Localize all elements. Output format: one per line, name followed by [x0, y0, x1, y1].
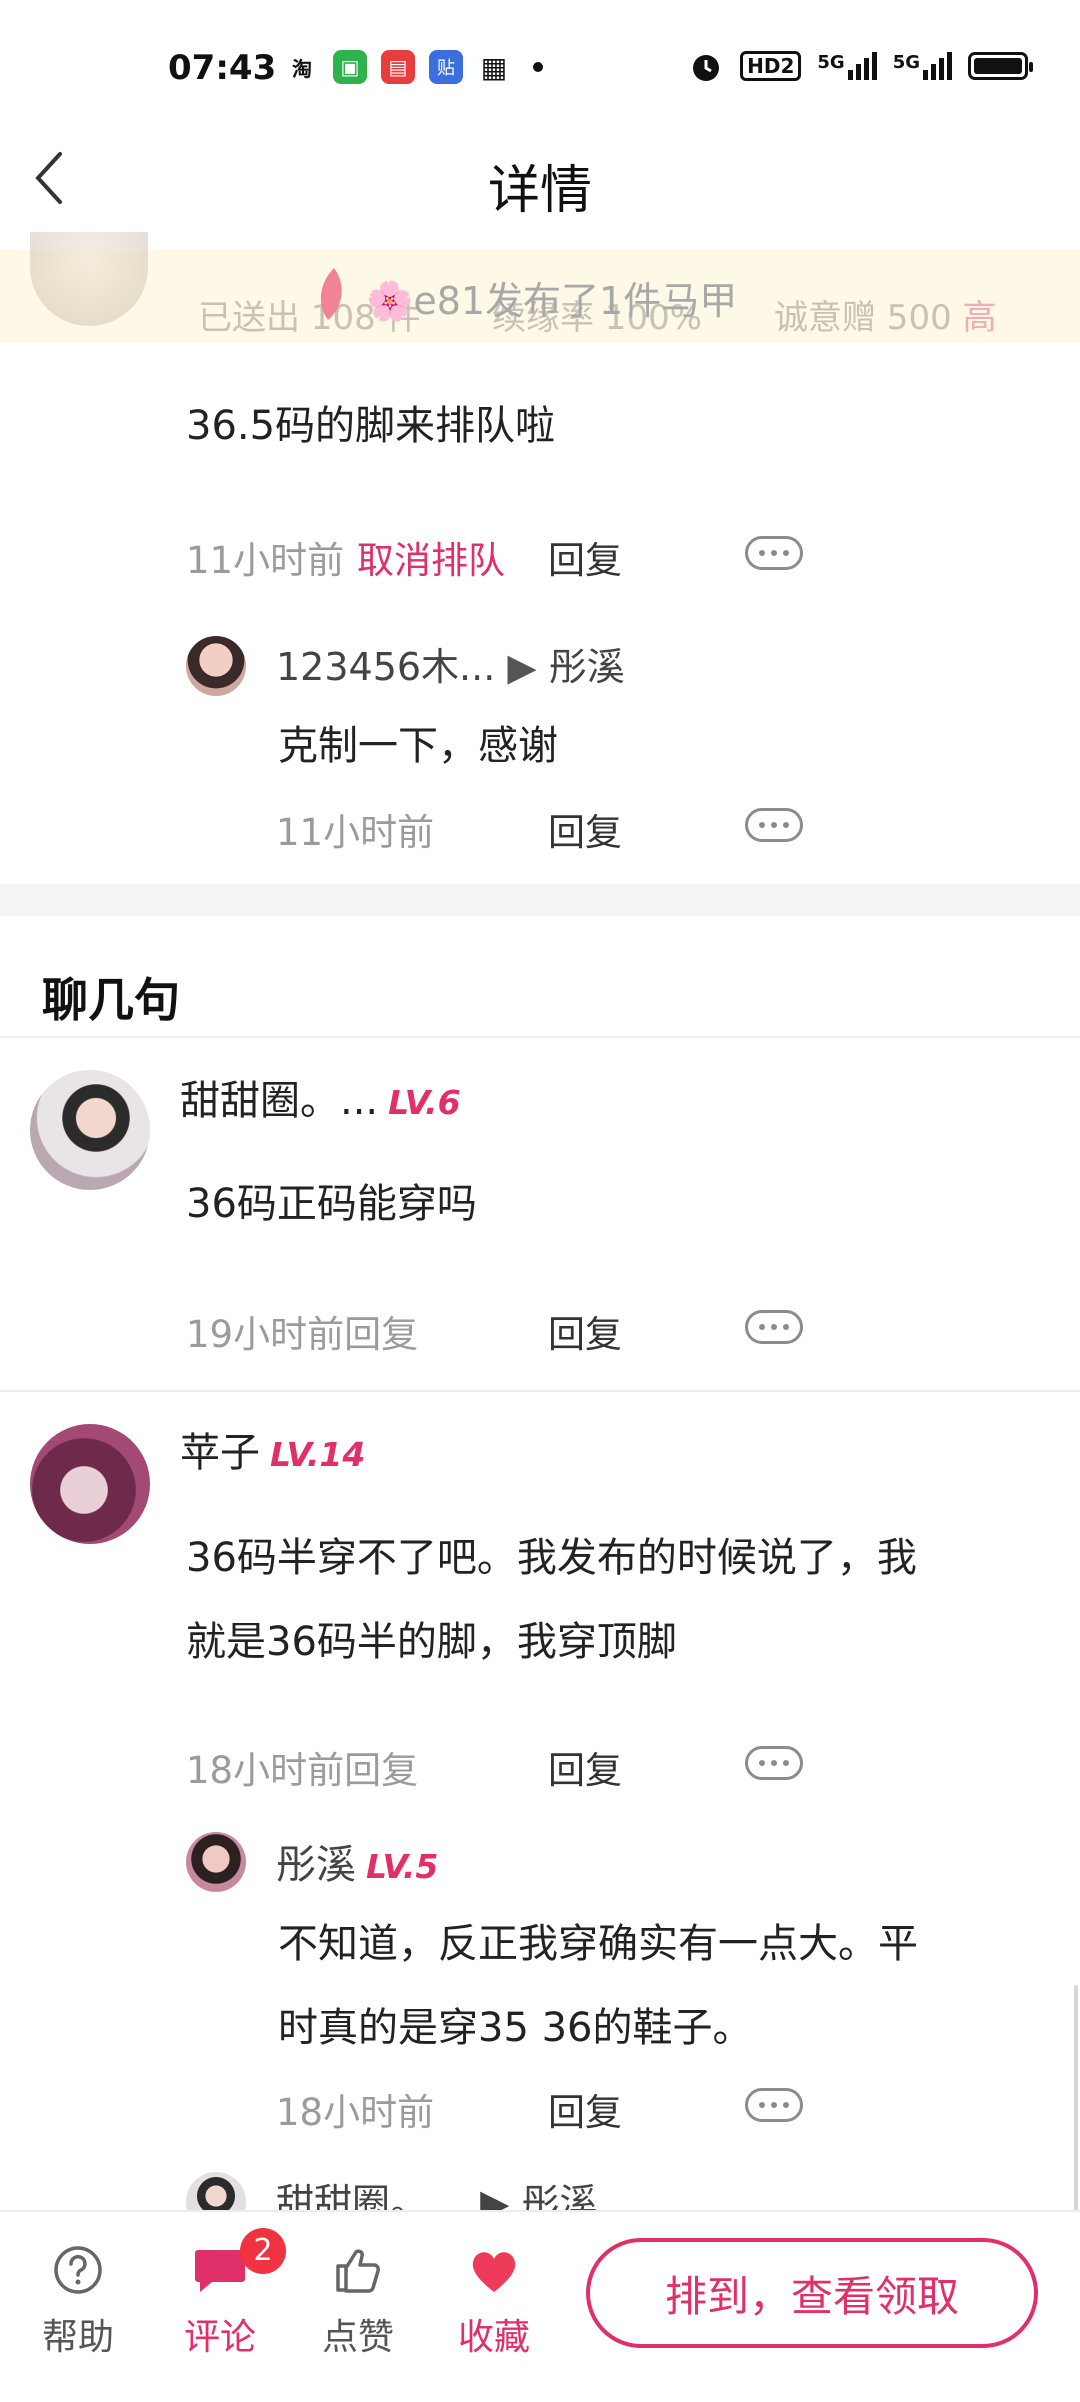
comment-time: 18小时前回复 — [186, 1749, 419, 1792]
tieba-icon: 贴 — [429, 50, 463, 84]
queue-comment-text: 36.5码的脚来排队啦 — [186, 403, 556, 449]
queue-comment-time: 11小时前 — [186, 539, 345, 582]
like-label: 点赞 — [322, 2317, 395, 2358]
comment-label: 评论 — [184, 2317, 257, 2358]
comment-text: 36码正码能穿吗 — [186, 1181, 477, 1227]
sub-reply-text-line1: 不知道，反正我穿确实有一点大。平 — [278, 1921, 918, 1967]
reply-button[interactable]: 回复 — [548, 530, 622, 584]
avatar[interactable] — [186, 636, 246, 696]
signal-icon-2: 5G — [893, 52, 952, 80]
more-options-icon[interactable] — [745, 1310, 803, 1344]
arrow-icon: ▶ — [507, 645, 537, 689]
hd-icon: HD2 — [740, 51, 802, 81]
avatar[interactable] — [30, 1070, 150, 1190]
dot-icon — [533, 62, 543, 72]
comment-time: 19小时前回复 — [186, 1313, 419, 1356]
section-gap — [0, 884, 1080, 916]
thumbs-up-icon — [336, 2249, 380, 2293]
alarm-icon — [693, 55, 720, 81]
claim-button[interactable]: 排到，查看领取 — [586, 2238, 1038, 2348]
like-tab[interactable]: 点赞 — [322, 2242, 394, 2360]
gift-icon: ▦ — [480, 50, 508, 84]
favorite-tab[interactable]: 收藏 — [458, 2242, 530, 2360]
sub-reply-text: 克制一下，感谢 — [278, 723, 558, 769]
level-badge: LV.5 — [366, 1847, 439, 1886]
wechat-icon: ▣ — [333, 50, 367, 84]
level-badge: LV.6 — [388, 1083, 461, 1122]
cancel-queue-button[interactable]: 取消排队 — [357, 530, 505, 584]
level-badge: LV.14 — [270, 1435, 366, 1474]
reply-button[interactable]: 回复 — [548, 1740, 622, 1794]
comment-text-line1: 36码半穿不了吧。我发布的时候说了，我 — [186, 1535, 917, 1581]
avatar[interactable] — [30, 1424, 150, 1544]
taobao-icon: 淘 — [292, 56, 312, 81]
battery-icon — [968, 52, 1033, 80]
avatar[interactable] — [186, 1832, 246, 1892]
signal-icon-1: 5G — [817, 52, 877, 80]
divider — [0, 1390, 1080, 1392]
help-tab[interactable]: 帮助 — [42, 2242, 114, 2360]
sub-reply-target-user[interactable]: 彤溪 — [549, 645, 625, 689]
sub-reply-user[interactable]: 彤溪 — [276, 1832, 356, 1890]
sub-reply-text-line2: 时真的是穿35 36的鞋子。 — [278, 2005, 753, 2051]
comment-text-line2: 就是36码半的脚，我穿顶脚 — [186, 1619, 677, 1665]
commenter-name[interactable]: 甜甜圈。... — [180, 1068, 378, 1126]
divider — [0, 1036, 1080, 1038]
more-options-icon[interactable] — [745, 808, 803, 842]
commenter-name[interactable]: 苹子 — [180, 1420, 260, 1478]
favorite-label: 收藏 — [458, 2317, 531, 2358]
banner-message: 🌸e81发布了1件马甲 — [366, 279, 738, 323]
help-icon — [54, 2246, 102, 2294]
status-right-icons: HD2 5G 5G — [688, 48, 1033, 84]
page-title: 详情 — [487, 161, 592, 221]
comment-header: 甜甜圈。... LV.6 — [180, 1068, 461, 1126]
reply-button[interactable]: 回复 — [548, 1304, 622, 1358]
status-time: 07:43 — [168, 48, 277, 88]
comment-header: 苹子 LV.14 — [180, 1420, 365, 1478]
red-app-icon: ▤ — [381, 50, 415, 84]
banner-stat-gift: 诚意赠 500 高 — [774, 298, 997, 338]
reply-button[interactable]: 回复 — [548, 2082, 622, 2136]
sub-reply-user[interactable]: 123456木... — [276, 645, 495, 689]
sub-reply-header: 123456木... ▶ 彤溪 — [276, 636, 625, 691]
status-app-icons: 淘 ▣ ▤ 贴 ▦ — [285, 50, 543, 84]
comment-count-badge: 2 — [240, 2228, 286, 2274]
section-title: 聊几句 — [42, 973, 180, 1027]
sub-reply-header: 彤溪 LV.5 — [276, 1832, 438, 1890]
more-options-icon[interactable] — [745, 536, 803, 570]
reply-button[interactable]: 回复 — [548, 802, 622, 856]
help-label: 帮助 — [42, 2317, 115, 2358]
heart-icon — [472, 2252, 516, 2292]
sub-reply-time: 18小时前 — [276, 2091, 435, 2134]
more-options-icon[interactable] — [745, 2088, 803, 2122]
more-options-icon[interactable] — [745, 1746, 803, 1780]
sub-reply-time: 11小时前 — [276, 811, 435, 854]
